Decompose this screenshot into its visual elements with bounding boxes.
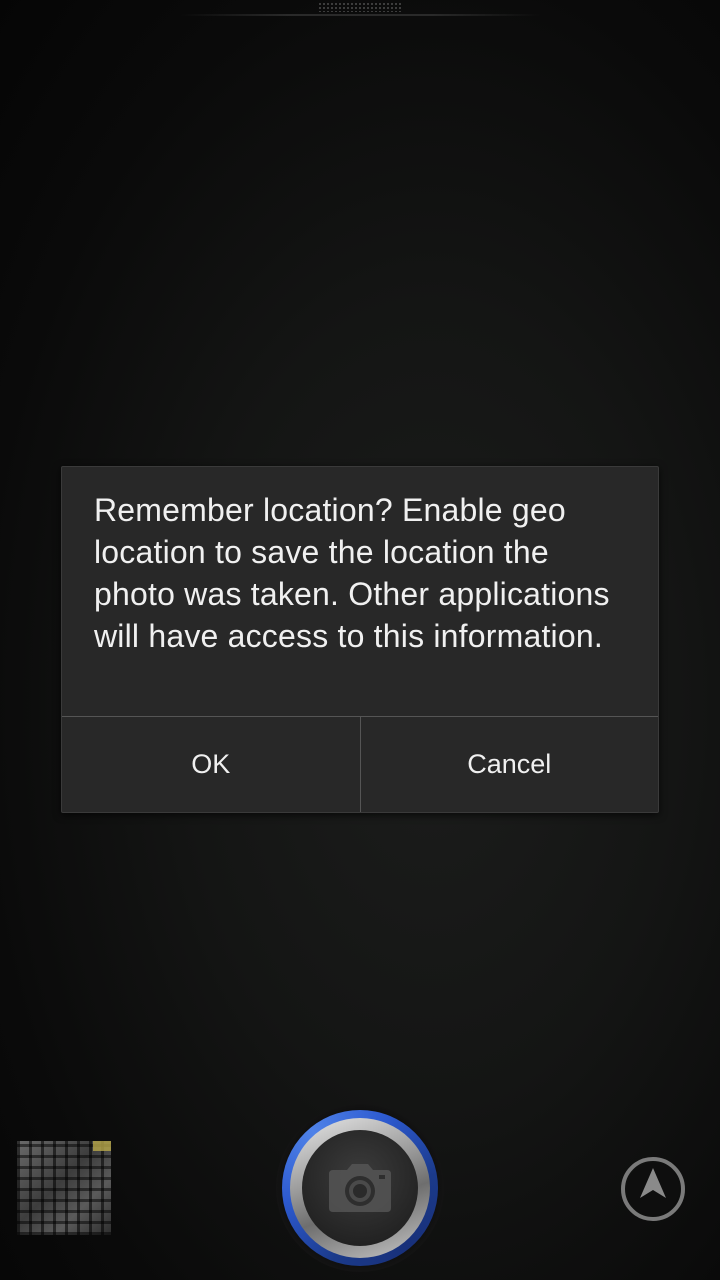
- navigation-arrow-icon: [621, 1157, 685, 1221]
- top-speaker-grille: [180, 0, 540, 18]
- remember-location-dialog: Remember location? Enable geo location t…: [61, 466, 659, 813]
- ok-button[interactable]: OK: [62, 717, 360, 812]
- top-grille-line: [180, 14, 540, 16]
- last-photo-thumbnail[interactable]: [17, 1141, 111, 1235]
- top-grille-dots: [318, 2, 402, 12]
- shutter-inner: [302, 1130, 418, 1246]
- thumbnail-corner-detail: [93, 1141, 111, 1151]
- camera-icon: [329, 1164, 391, 1212]
- cancel-button[interactable]: Cancel: [361, 717, 659, 812]
- dialog-button-bar: OK Cancel: [62, 717, 658, 812]
- dialog-message: Remember location? Enable geo location t…: [94, 492, 610, 654]
- camera-screen: Remember location? Enable geo location t…: [0, 0, 720, 1280]
- location-button[interactable]: [620, 1156, 686, 1222]
- shutter-button[interactable]: [276, 1104, 444, 1272]
